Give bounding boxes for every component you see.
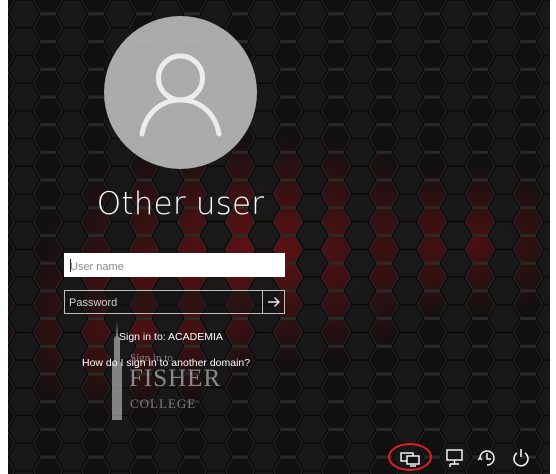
watermark-college-name: FISHER: [129, 365, 222, 392]
ease-of-access-button[interactable]: [476, 448, 498, 468]
password-input[interactable]: [65, 292, 261, 314]
power-icon: [513, 449, 529, 467]
text-caret: [70, 259, 71, 272]
other-user-icon: [400, 452, 420, 467]
watermark-college-word: COLLEGE: [130, 396, 197, 411]
user-avatar: [104, 16, 257, 169]
user-silhouette-icon: [139, 53, 222, 137]
ease-of-access-icon: [477, 450, 495, 466]
password-field[interactable]: [64, 290, 285, 314]
sign-in-domain-label: Sign in to: ACADEMIA: [119, 331, 223, 343]
network-icon: [446, 449, 463, 467]
username-field[interactable]: [64, 253, 285, 277]
network-button[interactable]: [444, 448, 466, 468]
power-button[interactable]: [510, 448, 532, 468]
hexagon-background: [8, 0, 550, 474]
other-user-button[interactable]: [399, 448, 421, 468]
arrow-right-icon: [267, 297, 280, 307]
submit-button[interactable]: [262, 291, 284, 313]
other-domain-link[interactable]: How do I sign in to another domain?: [82, 357, 250, 369]
username-input[interactable]: [66, 257, 283, 277]
lock-screen: Other user Sign in to FISHER COLLEGE Sig…: [8, 0, 550, 474]
user-name-title: Other user: [96, 186, 265, 222]
